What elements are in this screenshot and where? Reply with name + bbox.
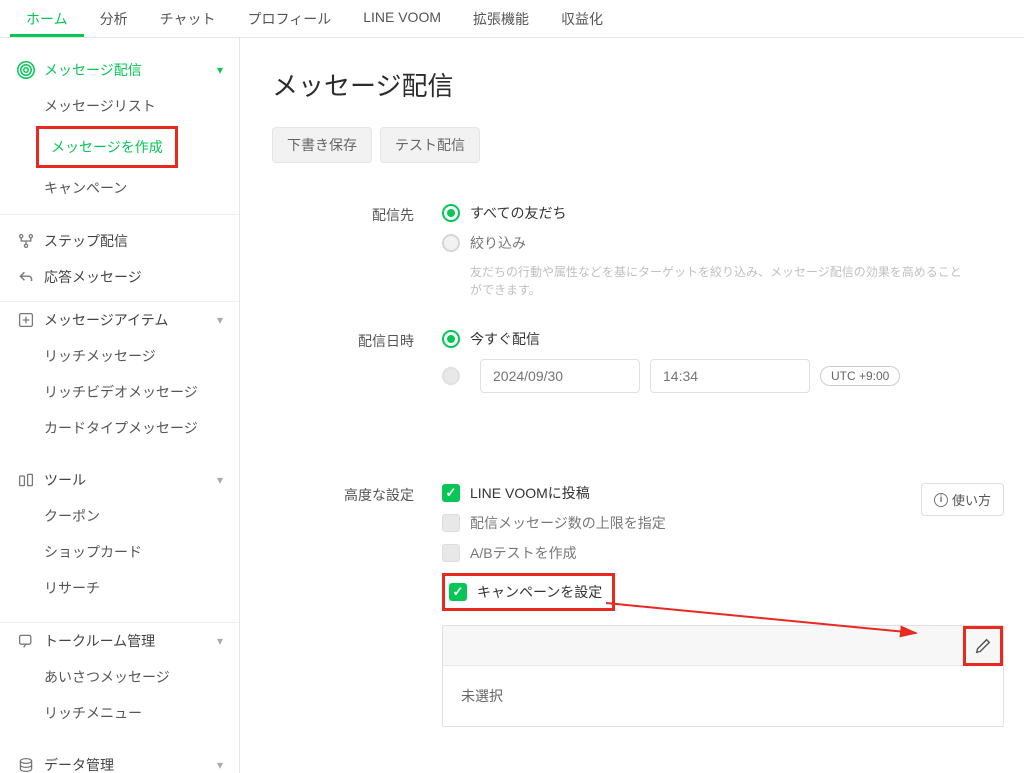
broadcast-icon bbox=[16, 61, 36, 79]
chevron-down-icon: ▾ bbox=[217, 63, 223, 77]
radio-on-icon bbox=[442, 330, 460, 348]
sidebar-item-data[interactable]: データ管理 ▾ bbox=[0, 747, 239, 773]
page-title: メッセージ配信 bbox=[272, 66, 1004, 103]
sidebar-label: メッセージアイテム bbox=[44, 310, 217, 330]
campaign-panel-header bbox=[443, 626, 1003, 666]
chevron-down-icon: ▾ bbox=[217, 634, 223, 648]
sidebar: メッセージ配信 ▾ メッセージリスト メッセージを作成 キャンペーン ステップ配… bbox=[0, 38, 240, 773]
tab-voom[interactable]: LINE VOOM bbox=[347, 0, 457, 37]
sidebar-sub-rich-message[interactable]: リッチメッセージ bbox=[0, 338, 239, 374]
radio-disabled-icon[interactable] bbox=[442, 367, 460, 385]
chevron-down-icon: ▾ bbox=[217, 758, 223, 772]
checkbox-off-icon bbox=[442, 544, 460, 562]
sidebar-label: メッセージ配信 bbox=[44, 60, 217, 80]
tab-analytics[interactable]: 分析 bbox=[84, 0, 144, 37]
database-icon bbox=[16, 757, 36, 773]
check-label: 配信メッセージ数の上限を指定 bbox=[470, 513, 666, 533]
usage-label: 使い方 bbox=[952, 490, 991, 509]
check-label: A/Bテストを作成 bbox=[470, 543, 577, 563]
radio-off-icon bbox=[442, 234, 460, 252]
date-input[interactable] bbox=[480, 359, 640, 393]
plus-square-icon bbox=[16, 312, 36, 328]
sidebar-sub-create-message[interactable]: メッセージを作成 bbox=[39, 129, 175, 165]
check-voom-post[interactable]: ✓ LINE VOOMに投稿 bbox=[442, 483, 921, 503]
reply-icon bbox=[16, 269, 36, 285]
check-limit[interactable]: 配信メッセージ数の上限を指定 bbox=[442, 513, 921, 533]
sidebar-sub-campaign[interactable]: キャンペーン bbox=[0, 170, 239, 206]
tab-monetize[interactable]: 収益化 bbox=[545, 0, 619, 37]
radio-all-friends[interactable]: すべての友だち bbox=[442, 203, 1004, 223]
tools-icon bbox=[16, 472, 36, 488]
label-advanced: 高度な設定 bbox=[272, 483, 442, 727]
radio-label: 今すぐ配信 bbox=[470, 329, 540, 349]
sidebar-label: ステップ配信 bbox=[44, 231, 223, 251]
flow-icon bbox=[16, 233, 36, 249]
sidebar-sub-coupon[interactable]: クーポン bbox=[0, 498, 239, 534]
sidebar-item-talkroom[interactable]: トークルーム管理 ▾ bbox=[0, 623, 239, 659]
sidebar-item-response[interactable]: 応答メッセージ bbox=[0, 259, 239, 295]
tab-profile[interactable]: プロフィール bbox=[231, 0, 347, 37]
sidebar-sub-research[interactable]: リサーチ bbox=[0, 570, 239, 606]
chat-icon bbox=[16, 633, 36, 649]
info-icon: i bbox=[934, 493, 948, 507]
checkbox-on-icon: ✓ bbox=[442, 484, 460, 502]
help-text: 友だちの行動や属性などを基にターゲットを絞り込み、メッセージ配信の効果を高めるこ… bbox=[470, 263, 970, 299]
toolbar: 下書き保存 テスト配信 bbox=[272, 127, 1004, 163]
radio-send-now[interactable]: 今すぐ配信 bbox=[442, 329, 1004, 349]
checkbox-on-icon: ✓ bbox=[449, 583, 467, 601]
label-datetime: 配信日時 bbox=[272, 329, 442, 393]
radio-label: すべての友だち bbox=[470, 203, 566, 223]
time-input[interactable] bbox=[650, 359, 810, 393]
sidebar-item-tools[interactable]: ツール ▾ bbox=[0, 462, 239, 498]
test-send-button[interactable]: テスト配信 bbox=[380, 127, 480, 163]
check-campaign-label[interactable]: キャンペーンを設定 bbox=[477, 582, 602, 602]
sidebar-label: トークルーム管理 bbox=[44, 631, 217, 651]
tab-home[interactable]: ホーム bbox=[10, 0, 84, 37]
main-content: メッセージ配信 下書き保存 テスト配信 配信先 すべての友だち 絞り込み 友だち… bbox=[240, 38, 1024, 773]
radio-filter[interactable]: 絞り込み bbox=[442, 233, 1004, 253]
sidebar-sub-greeting[interactable]: あいさつメッセージ bbox=[0, 659, 239, 695]
sidebar-sub-card-type[interactable]: カードタイプメッセージ bbox=[0, 410, 239, 446]
edit-campaign-button[interactable] bbox=[969, 632, 997, 660]
label-destination: 配信先 bbox=[272, 203, 442, 299]
sidebar-label: 応答メッセージ bbox=[44, 267, 223, 287]
save-draft-button[interactable]: 下書き保存 bbox=[272, 127, 372, 163]
top-nav: ホーム 分析 チャット プロフィール LINE VOOM 拡張機能 収益化 bbox=[0, 0, 1024, 38]
sidebar-label: データ管理 bbox=[44, 755, 217, 773]
campaign-panel: 未選択 bbox=[442, 625, 1004, 727]
sidebar-item-message-items[interactable]: メッセージアイテム ▾ bbox=[0, 302, 239, 338]
sidebar-label: ツール bbox=[44, 470, 217, 490]
sidebar-item-message-delivery[interactable]: メッセージ配信 ▾ bbox=[0, 52, 239, 88]
pencil-icon bbox=[974, 637, 992, 655]
sidebar-sub-richmenu[interactable]: リッチメニュー bbox=[0, 695, 239, 731]
tab-extensions[interactable]: 拡張機能 bbox=[457, 0, 545, 37]
radio-label: 絞り込み bbox=[470, 233, 526, 253]
timezone-badge: UTC +9:00 bbox=[820, 366, 900, 386]
campaign-unselected: 未選択 bbox=[443, 666, 1003, 726]
sidebar-sub-shopcard[interactable]: ショップカード bbox=[0, 534, 239, 570]
chevron-down-icon: ▾ bbox=[217, 473, 223, 487]
sidebar-sub-rich-video[interactable]: リッチビデオメッセージ bbox=[0, 374, 239, 410]
highlight-campaign: ✓ キャンペーンを設定 bbox=[442, 573, 615, 611]
chevron-down-icon: ▾ bbox=[217, 313, 223, 327]
usage-button[interactable]: i 使い方 bbox=[921, 483, 1004, 516]
sidebar-item-step[interactable]: ステップ配信 bbox=[0, 223, 239, 259]
check-label: LINE VOOMに投稿 bbox=[470, 483, 590, 503]
radio-on-icon bbox=[442, 204, 460, 222]
tab-chat[interactable]: チャット bbox=[144, 0, 232, 37]
checkbox-off-icon bbox=[442, 514, 460, 532]
check-ab-test[interactable]: A/Bテストを作成 bbox=[442, 543, 921, 563]
sidebar-sub-message-list[interactable]: メッセージリスト bbox=[0, 88, 239, 124]
